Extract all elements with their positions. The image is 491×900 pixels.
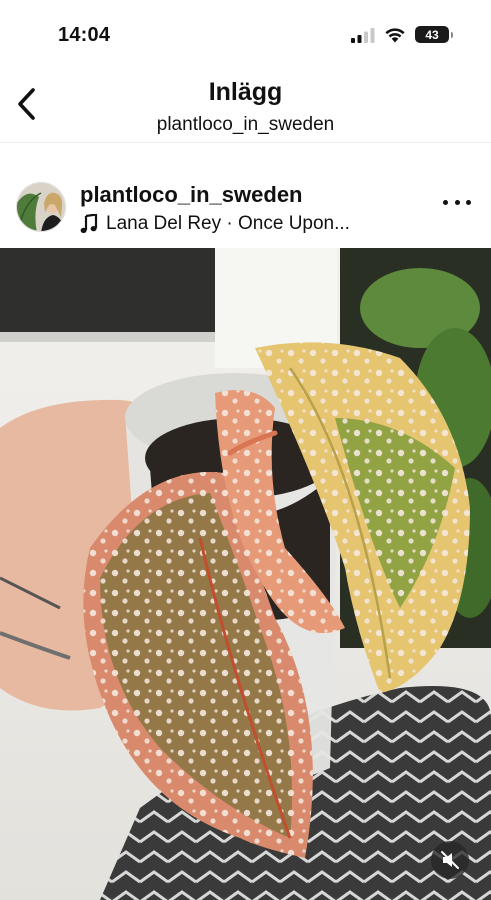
music-label: Lana Del Rey · Once Upon... (106, 213, 350, 234)
header-divider (0, 142, 491, 143)
battery-level: 43 (425, 27, 439, 42)
post-media[interactable] (0, 248, 491, 900)
more-dot (443, 200, 448, 205)
status-icons: 43 (351, 26, 453, 43)
top-header: Inlägg plantloco_in_sweden (0, 70, 491, 142)
battery-icon: 43 (415, 26, 453, 43)
page-subtitle[interactable]: plantloco_in_sweden (0, 114, 491, 136)
post-music[interactable]: Lana Del Rey · Once Upon... (80, 213, 350, 235)
mute-button[interactable] (431, 841, 469, 879)
wifi-icon (385, 28, 405, 43)
status-bar: 14:04 43 (0, 0, 491, 70)
music-note-icon (80, 214, 98, 233)
post-header: plantloco_in_sweden Lana Del Rey · Once … (0, 162, 491, 248)
status-time: 14:04 (58, 24, 111, 46)
more-dot (454, 200, 460, 205)
cellular-signal-icon (351, 27, 375, 43)
page-title: Inlägg (208, 78, 283, 106)
more-options-button[interactable] (443, 200, 471, 210)
post-username[interactable]: plantloco_in_sweden (80, 182, 303, 208)
plant-photo (0, 248, 491, 900)
avatar-image (17, 183, 65, 231)
speaker-muted-icon (441, 851, 459, 869)
more-dot (466, 200, 471, 205)
avatar[interactable] (16, 182, 66, 232)
